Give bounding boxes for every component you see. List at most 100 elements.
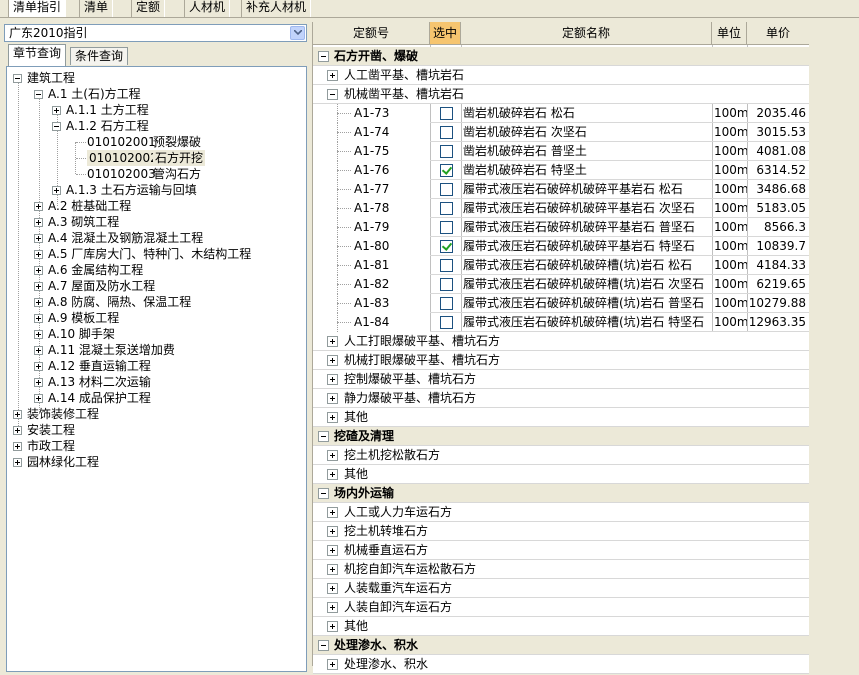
expand-icon[interactable] [327,412,338,423]
quota-row[interactable]: A1-82 履带式液压岩石破碎机破碎槽(坑)岩石 次坚石 100m3 6219.65 [313,275,809,294]
column-header-quota-name[interactable]: 定额名称 [461,22,712,45]
tree-node[interactable]: A.14 成品保护工程 [7,390,306,406]
grid-subgroup-row[interactable]: 挖土机转堆石方 [313,522,809,541]
tree-node[interactable]: A.13 材料二次运输 [7,374,306,390]
quota-row[interactable]: A1-79 履带式液压岩石破碎机破碎平基岩石 普坚石 100m3 8566.3 [313,218,809,237]
quota-row[interactable]: A1-78 履带式液压岩石破碎机破碎平基岩石 次坚石 100m3 5183.05 [313,199,809,218]
tree-node[interactable]: A.4 混凝土及钢筋混凝土工程 [7,230,306,246]
guide-select[interactable]: 广东2010指引 [4,24,307,42]
expand-icon[interactable] [34,234,43,243]
collapse-icon[interactable] [318,51,329,62]
expand-icon[interactable] [13,458,22,467]
tree-node[interactable]: A.12 垂直运输工程 [7,358,306,374]
expand-icon[interactable] [34,362,43,371]
quota-row[interactable]: A1-81 履带式液压岩石破碎机破碎槽(坑)岩石 松石 100m3 4184.33 [313,256,809,275]
quota-row[interactable]: A1-74 凿岩机破碎岩石 次坚石 100m3 3015.53 [313,123,809,142]
select-checkbox[interactable] [440,126,453,139]
grid-subgroup-row[interactable]: 其他 [313,465,809,484]
expand-icon[interactable] [52,106,61,115]
quota-row[interactable]: A1-76 凿岩机破碎岩石 特坚土 100m3 6314.52 [313,161,809,180]
expand-icon[interactable] [327,545,338,556]
tab-labor-material-machine[interactable]: 人材机 [184,0,231,17]
expand-icon[interactable] [34,298,43,307]
quota-row[interactable]: A1-80 履带式液压岩石破碎机破碎平基岩石 特坚石 100m3 10839.7 [313,237,809,256]
tree-node[interactable]: 装饰装修工程 [7,406,306,422]
column-header-unit[interactable]: 单位 [712,22,747,45]
expand-icon[interactable] [34,394,43,403]
tab-condition-query[interactable]: 条件查询 [70,47,129,65]
grid-group-row[interactable]: 石方开凿、爆破 [313,47,809,66]
grid-subgroup-row[interactable]: 人工凿平基、槽坑岩石 [313,66,809,85]
quota-row[interactable]: A1-73 凿岩机破碎岩石 松石 100m3 2035.46 [313,104,809,123]
tree-node[interactable]: A.5 厂库房大门、特种门、木结构工程 [7,246,306,262]
expand-icon[interactable] [34,250,43,259]
tree-node[interactable]: 010102003 管沟石方 [7,166,306,182]
expand-icon[interactable] [327,355,338,366]
expand-icon[interactable] [327,450,338,461]
collapse-icon[interactable] [318,640,329,651]
column-header-quota-no[interactable]: 定额号 [313,22,430,45]
expand-icon[interactable] [13,426,22,435]
select-checkbox[interactable] [440,240,453,253]
select-checkbox[interactable] [440,107,453,120]
select-checkbox[interactable] [440,278,453,291]
expand-icon[interactable] [327,70,338,81]
select-checkbox[interactable] [440,145,453,158]
column-header-selected[interactable]: 选中 [430,22,461,45]
tree-node[interactable]: 安装工程 [7,422,306,438]
grid-subgroup-row[interactable]: 挖土机挖松散石方 [313,446,809,465]
tree-node[interactable]: A.1.1 土方工程 [7,102,306,118]
expand-icon[interactable] [34,346,43,355]
collapse-icon[interactable] [13,74,22,83]
grid-subgroup-row[interactable]: 处理渗水、积水 [313,655,809,674]
grid-subgroup-row[interactable]: 其他 [313,617,809,636]
grid-subgroup-row[interactable]: 机械凿平基、槽坑岩石 [313,85,809,104]
tab-quota[interactable]: 定额 [131,0,166,17]
expand-icon[interactable] [327,469,338,480]
tab-bill-guide[interactable]: 清单指引 [8,0,67,17]
quota-row[interactable]: A1-84 履带式液压岩石破碎机破碎槽(坑)岩石 特坚石 100m312963.35 [313,313,809,332]
expand-icon[interactable] [34,218,43,227]
quota-row[interactable]: A1-75 凿岩机破碎岩石 普坚土 100m3 4081.08 [313,142,809,161]
tree-node[interactable]: A.3 砌筑工程 [7,214,306,230]
grid-group-row[interactable]: 场内外运输 [313,484,809,503]
tree-node[interactable]: 010102002 石方开挖 [7,150,306,166]
expand-icon[interactable] [34,330,43,339]
quota-row[interactable]: A1-77 履带式液压岩石破碎机破碎平基岩石 松石 100m3 3486.68 [313,180,809,199]
grid-subgroup-row[interactable]: 人工或人力车运石方 [313,503,809,522]
expand-icon[interactable] [13,410,22,419]
expand-icon[interactable] [52,186,61,195]
grid-subgroup-row[interactable]: 控制爆破平基、槽坑石方 [313,370,809,389]
collapse-icon[interactable] [327,89,338,100]
select-checkbox[interactable] [440,202,453,215]
expand-icon[interactable] [327,526,338,537]
tree-node[interactable]: A.10 脚手架 [7,326,306,342]
expand-icon[interactable] [327,507,338,518]
collapse-icon[interactable] [52,122,61,131]
grid-group-row[interactable]: 处理渗水、积水 [313,636,809,655]
grid-subgroup-row[interactable]: 静力爆破平基、槽坑石方 [313,389,809,408]
grid-subgroup-row[interactable]: 人工打眼爆破平基、槽坑石方 [313,332,809,351]
grid-subgroup-row[interactable]: 机械垂直运石方 [313,541,809,560]
tree-node[interactable]: A.8 防腐、隔热、保温工程 [7,294,306,310]
select-checkbox[interactable] [440,259,453,272]
expand-icon[interactable] [327,621,338,632]
quota-row[interactable]: A1-83 履带式液压岩石破碎机破碎槽(坑)岩石 普坚石 100m310279.88 [313,294,809,313]
tree-node[interactable]: A.6 金属结构工程 [7,262,306,278]
select-checkbox[interactable] [440,316,453,329]
expand-icon[interactable] [327,659,338,670]
grid-subgroup-row[interactable]: 机械打眼爆破平基、槽坑石方 [313,351,809,370]
select-checkbox[interactable] [440,297,453,310]
tree-node[interactable]: A.2 桩基础工程 [7,198,306,214]
grid-group-row[interactable]: 挖碴及清理 [313,427,809,446]
select-checkbox[interactable] [440,221,453,234]
expand-icon[interactable] [13,442,22,451]
expand-icon[interactable] [327,602,338,613]
expand-icon[interactable] [34,378,43,387]
tree-node[interactable]: A.11 混凝土泵送增加费 [7,342,306,358]
tree-node[interactable]: A.7 屋面及防水工程 [7,278,306,294]
tree-node[interactable]: 建筑工程 [7,70,306,86]
expand-icon[interactable] [34,314,43,323]
tree-node[interactable]: 园林绿化工程 [7,454,306,470]
select-checkbox[interactable] [440,183,453,196]
